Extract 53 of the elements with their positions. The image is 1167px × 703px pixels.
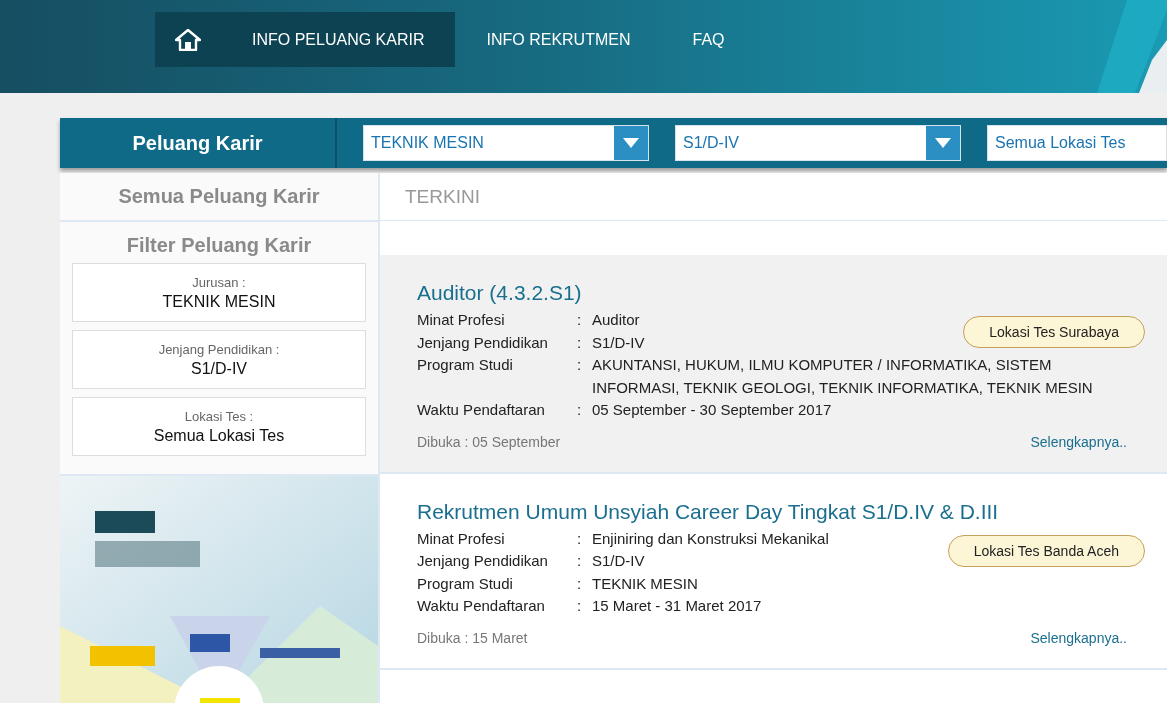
- field-value: 15 Maret - 31 Maret 2017: [592, 596, 762, 616]
- filter-label: Jurusan :: [192, 274, 246, 290]
- dropdown-select[interactable]: S1/D-IV: [675, 125, 961, 161]
- read-more-link[interactable]: Selengkapnya..: [1030, 629, 1127, 646]
- colon-separator: :: [577, 551, 583, 571]
- all-careers-link[interactable]: Semua Peluang Karir: [60, 173, 378, 222]
- field-label: Jenjang Pendidikan: [417, 332, 549, 353]
- field-value: AKUNTANSI, HUKUM, ILMU KOMPUTER / INFORMATIKA, SISTEM INFORMASI, TEKNIK GEOLOGI, TEKNIK INFORMATIKA, TEKNIK MESIN: [592, 355, 1094, 398]
- nav-link[interactable]: FAQ: [661, 12, 756, 67]
- field-value: Enjiniring dan Konstruksi Mekanikal: [592, 528, 829, 549]
- colon-separator: :: [577, 310, 583, 330]
- filter-title: Filter Peluang Karir: [125, 233, 313, 258]
- section-heading: TERKINI: [380, 173, 1167, 221]
- select-value: S1/D-IV: [683, 134, 739, 152]
- colon-separator: :: [577, 573, 583, 594]
- field-value: 05 September - 30 September 2017: [592, 400, 832, 420]
- field-label: Program Studi: [417, 355, 514, 375]
- colon-separator: :: [577, 596, 583, 616]
- field-label: Waktu Pendaftaran: [417, 400, 546, 420]
- field-value: S1/D-IV: [592, 332, 645, 353]
- colon-separator: :: [577, 332, 583, 353]
- field-value: S1/D-IV: [592, 551, 645, 571]
- filter-label: Jenjang Pendidikan :: [158, 341, 280, 357]
- dropdown-select[interactable]: TEKNIK MESIN: [363, 125, 649, 161]
- dropdown-select[interactable]: Semua Lokasi Tes: [987, 125, 1167, 161]
- job-title-link[interactable]: Rekrutmen Umum Unsyiah Career Day Tingkat S1/D.IV & D.III: [417, 499, 999, 524]
- colon-separator: :: [577, 400, 583, 420]
- job-title-link[interactable]: Auditor (4.3.2.S1): [417, 281, 582, 305]
- home-icon: [175, 28, 201, 51]
- opened-date: Dibuka : 05 September: [417, 433, 561, 450]
- colon-separator: :: [577, 355, 583, 375]
- select-value: TEKNIK MESIN: [371, 134, 484, 152]
- location-badge: Lokasi Tes Surabaya: [963, 316, 1145, 348]
- nav-link[interactable]: INFO REKRUTMEN: [455, 12, 662, 67]
- filter-label: Lokasi Tes :: [184, 408, 254, 424]
- colon-separator: :: [577, 528, 583, 549]
- field-label: Program Studi: [417, 573, 514, 594]
- read-more-link[interactable]: Selengkapnya..: [1030, 433, 1127, 450]
- filter-value: TEKNIK MESIN: [162, 292, 276, 311]
- nav-link[interactable]: INFO PELUANG KARIR: [221, 12, 456, 67]
- section-title: Peluang Karir: [60, 118, 337, 168]
- select-value: Semua Lokasi Tes: [995, 134, 1126, 152]
- field-label: Minat Profesi: [417, 528, 506, 549]
- location-badge: Lokasi Tes Banda Aceh: [947, 534, 1145, 567]
- field-label: Minat Profesi: [417, 310, 506, 330]
- field-value: TEKNIK MESIN: [592, 573, 698, 594]
- home-button[interactable]: [155, 12, 221, 67]
- field-value: Auditor: [592, 310, 640, 330]
- field-label: Waktu Pendaftaran: [417, 596, 546, 616]
- opened-date: Dibuka : 15 Maret: [417, 629, 528, 646]
- field-label: Jenjang Pendidikan: [417, 551, 549, 571]
- filter-value: S1/D-IV: [191, 359, 247, 378]
- filter-value: Semua Lokasi Tes: [153, 426, 285, 445]
